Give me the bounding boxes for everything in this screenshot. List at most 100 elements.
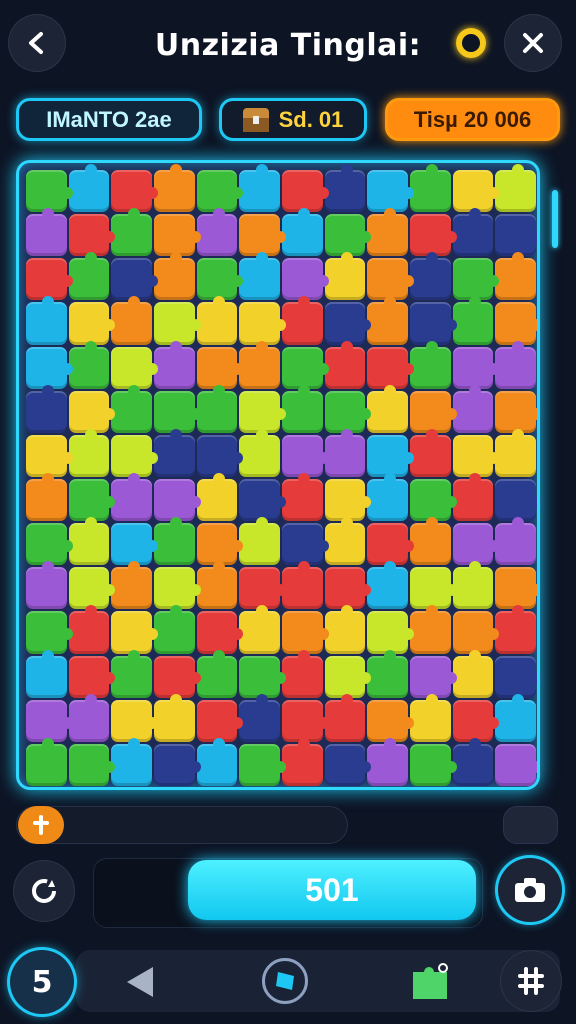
puzzle-piece[interactable] — [367, 737, 408, 786]
puzzle-piece[interactable] — [282, 258, 329, 301]
puzzle-piece[interactable] — [452, 296, 494, 345]
rotate-button[interactable] — [13, 860, 75, 922]
puzzle-piece[interactable] — [452, 384, 494, 433]
camera-button[interactable] — [498, 858, 562, 922]
back-button[interactable] — [8, 14, 66, 72]
puzzle-piece[interactable] — [68, 340, 110, 389]
puzzle-piece[interactable] — [239, 340, 280, 389]
puzzle-piece[interactable] — [452, 346, 499, 389]
puzzle-piece[interactable] — [26, 170, 73, 213]
puzzle-piece[interactable] — [111, 434, 158, 477]
puzzle-piece[interactable] — [196, 611, 243, 654]
puzzle-piece[interactable] — [196, 296, 238, 345]
puzzle-piece[interactable] — [154, 743, 201, 786]
puzzle-piece[interactable] — [111, 561, 152, 610]
puzzle-piece[interactable] — [154, 655, 201, 698]
puzzle-piece[interactable] — [410, 302, 457, 345]
puzzle-piece[interactable] — [495, 390, 537, 433]
puzzle-piece[interactable] — [495, 693, 536, 742]
puzzle-piece[interactable] — [111, 523, 158, 566]
puzzle-piece[interactable] — [154, 163, 195, 213]
puzzle-piece[interactable] — [367, 611, 414, 654]
puzzle-piece[interactable] — [452, 649, 494, 698]
puzzle-piece[interactable] — [324, 655, 371, 698]
score-badge[interactable]: Sd. 01 — [219, 98, 367, 141]
puzzle-piece[interactable] — [452, 523, 499, 566]
puzzle-piece[interactable] — [495, 478, 537, 522]
puzzle-piece[interactable] — [282, 699, 329, 742]
puzzle-piece[interactable] — [282, 346, 329, 389]
puzzle-piece[interactable] — [410, 743, 457, 786]
puzzle-piece[interactable] — [196, 472, 238, 522]
puzzle-piece[interactable] — [495, 214, 537, 257]
puzzle-piece[interactable] — [495, 252, 536, 301]
puzzle-piece[interactable] — [196, 346, 243, 389]
puzzle-piece[interactable] — [239, 428, 280, 477]
puzzle-piece[interactable] — [452, 434, 499, 477]
puzzle-piece[interactable] — [410, 478, 457, 522]
puzzle-piece[interactable] — [239, 478, 286, 522]
puzzle-piece[interactable] — [68, 302, 115, 345]
puzzle-piece[interactable] — [68, 428, 110, 477]
puzzle-piece[interactable] — [111, 472, 152, 522]
plus-icon[interactable] — [18, 806, 64, 844]
puzzle-piece[interactable] — [324, 605, 366, 654]
puzzle-piece[interactable] — [452, 611, 499, 654]
puzzle-piece[interactable] — [282, 649, 323, 698]
puzzle-piece[interactable] — [68, 214, 115, 257]
puzzle-piece[interactable] — [68, 478, 115, 522]
puzzle-piece[interactable] — [282, 434, 329, 477]
puzzle-piece[interactable] — [495, 605, 536, 654]
puzzle-piece[interactable] — [367, 258, 414, 301]
gem-button[interactable] — [262, 958, 308, 1004]
puzzle-piece[interactable] — [68, 163, 110, 213]
puzzle-piece[interactable] — [196, 699, 243, 742]
puzzle-piece[interactable] — [111, 611, 158, 654]
puzzle-piece[interactable] — [410, 605, 451, 654]
puzzle-piece[interactable] — [26, 523, 73, 566]
puzzle-piece[interactable] — [239, 655, 286, 698]
puzzle-piece[interactable] — [495, 340, 536, 389]
puzzle-piece[interactable] — [367, 649, 408, 698]
puzzle-piece[interactable] — [154, 478, 201, 522]
puzzle-piece[interactable] — [367, 523, 414, 566]
puzzle-piece[interactable] — [239, 252, 280, 301]
puzzle-piece[interactable] — [111, 258, 158, 301]
puzzle-piece[interactable] — [367, 346, 414, 389]
puzzle-piece[interactable] — [111, 346, 158, 389]
puzzle-piece[interactable] — [111, 170, 158, 213]
puzzle-piece[interactable] — [324, 693, 366, 742]
puzzle-piece[interactable] — [452, 258, 499, 301]
puzzle-piece[interactable] — [324, 214, 371, 257]
puzzle-piece[interactable] — [452, 170, 499, 213]
puzzle-piece[interactable] — [196, 561, 238, 610]
puzzle-piece[interactable] — [196, 434, 243, 477]
puzzle-piece[interactable] — [367, 699, 414, 742]
level-button[interactable]: 5 — [10, 950, 74, 1014]
puzzle-piece[interactable] — [495, 517, 536, 566]
puzzle-piece[interactable] — [68, 252, 110, 301]
puzzle-piece[interactable] — [196, 208, 238, 257]
puzzle-piece[interactable] — [196, 649, 238, 698]
puzzle-piece[interactable] — [452, 737, 494, 786]
board-scrollbar[interactable] — [552, 190, 558, 248]
puzzle-piece[interactable] — [495, 428, 536, 477]
puzzle-piece[interactable] — [154, 517, 195, 566]
prev-button[interactable] — [120, 962, 160, 1002]
tools-button[interactable] — [500, 950, 562, 1012]
puzzle-piece[interactable] — [367, 434, 414, 477]
puzzle-piece[interactable] — [282, 296, 323, 345]
puzzle-piece[interactable] — [410, 340, 451, 389]
puzzle-piece[interactable] — [154, 428, 195, 477]
progress-end-slot[interactable] — [503, 806, 558, 844]
puzzle-piece[interactable] — [367, 384, 408, 433]
mode-badge[interactable]: IMaNTO 2ae — [16, 98, 202, 141]
puzzle-piece[interactable] — [282, 384, 323, 433]
puzzle-piece[interactable] — [324, 428, 366, 477]
puzzle-piece[interactable] — [26, 699, 73, 742]
puzzle-piece[interactable] — [154, 340, 195, 389]
puzzle-piece[interactable] — [68, 693, 110, 742]
puzzle-piece[interactable] — [111, 737, 152, 786]
puzzle-piece[interactable] — [68, 390, 115, 433]
puzzle-piece[interactable] — [452, 699, 499, 742]
